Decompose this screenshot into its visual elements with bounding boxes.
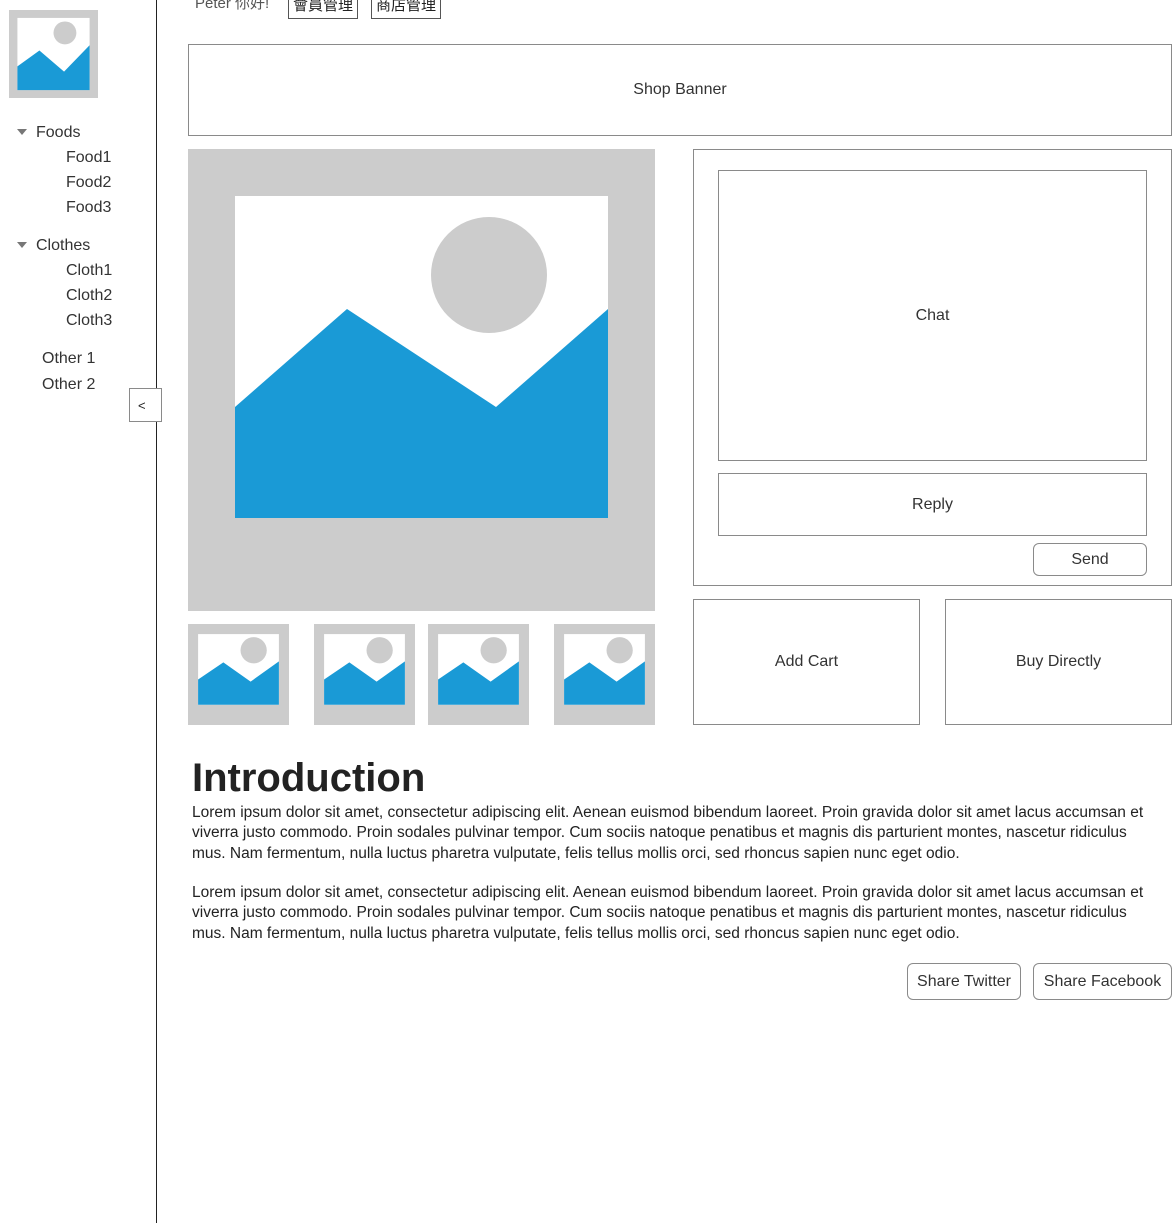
shop-management-button[interactable]: 商店管理 <box>371 0 442 19</box>
member-management-button[interactable]: 會員管理 <box>288 0 359 19</box>
reply-placeholder: Reply <box>912 495 953 513</box>
tree-item-cloth3[interactable]: Cloth3 <box>66 312 112 330</box>
thumbnail-image-3[interactable] <box>428 624 529 725</box>
add-cart-label: Add Cart <box>774 653 839 670</box>
shop-banner: Shop Banner <box>188 44 1172 136</box>
tree-item-cloth2[interactable]: Cloth2 <box>66 287 112 305</box>
category-label: Clothes <box>36 237 91 254</box>
image-icon <box>324 634 405 705</box>
share-facebook-button[interactable]: Share Facebook <box>1033 963 1172 1000</box>
thumbnail-image-1[interactable] <box>188 624 289 725</box>
chat-panel[interactable]: Chat <box>718 170 1147 461</box>
image-icon <box>438 634 519 705</box>
banner-label: Shop Banner <box>633 81 727 98</box>
collapse-sidebar-button[interactable]: < <box>129 388 162 422</box>
tree-item-cloth1[interactable]: Cloth1 <box>66 262 112 280</box>
reply-input[interactable]: Reply <box>718 473 1147 536</box>
thumbnail-image-2[interactable] <box>314 624 415 725</box>
thumbnail-image-4[interactable] <box>554 624 655 725</box>
send-button[interactable]: Send <box>1033 543 1147 576</box>
tree-item-food2[interactable]: Food2 <box>66 174 111 192</box>
intro-paragraph-2: Lorem ipsum dolor sit amet, consectetur … <box>192 884 1144 942</box>
expand-triangle-icon <box>17 242 27 248</box>
image-icon <box>235 196 608 518</box>
buy-directly-button[interactable]: Buy Directly <box>945 599 1172 725</box>
introduction-heading: Introduction <box>192 756 426 800</box>
intro-paragraph-1: Lorem ipsum dolor sit amet, consectetur … <box>192 804 1144 862</box>
buy-directly-label: Buy Directly <box>1015 653 1102 670</box>
sidebar-divider <box>156 0 157 1223</box>
main-product-image <box>188 149 655 611</box>
share-twitter-button[interactable]: Share Twitter <box>907 963 1021 1000</box>
add-cart-button[interactable]: Add Cart <box>693 599 920 725</box>
expand-triangle-icon <box>17 129 27 135</box>
tree-item-food1[interactable]: Food1 <box>66 149 111 167</box>
tree-item-other-1[interactable]: Other 1 <box>42 350 95 368</box>
tree-category-clothes[interactable]: Clothes <box>17 237 90 255</box>
image-icon <box>564 634 645 705</box>
chat-panel-label: Chat <box>915 306 950 324</box>
tree-item-food3[interactable]: Food3 <box>66 199 111 217</box>
sidebar-tree: Foods Food1 Food2 Food3 Clothes Cloth1 C… <box>0 0 156 420</box>
image-icon <box>198 634 279 705</box>
user-greeting: Peter 你好! <box>195 0 270 12</box>
category-label: Foods <box>36 124 81 141</box>
tree-category-foods[interactable]: Foods <box>17 124 80 142</box>
tree-item-other-2[interactable]: Other 2 <box>42 376 95 394</box>
